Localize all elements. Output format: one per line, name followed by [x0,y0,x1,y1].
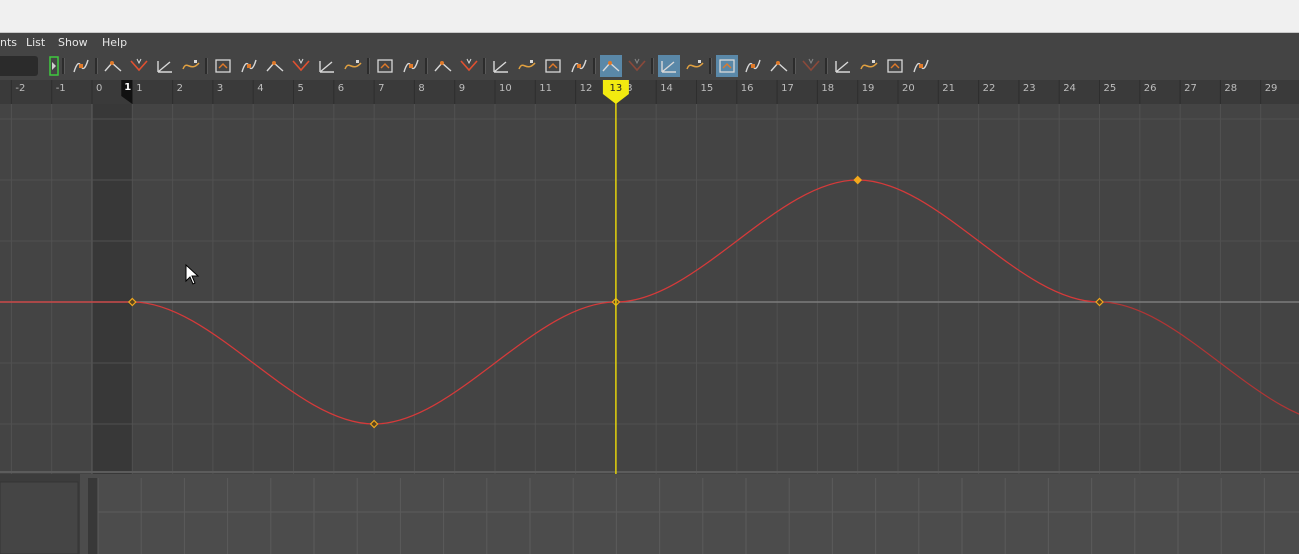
toolbar-separator [95,58,98,74]
ruler-frame-label: 28 [1224,83,1237,94]
ruler-frame-label: 11 [539,83,552,94]
weighted-tangents-icon[interactable] [542,55,564,77]
break-tangents-icon[interactable] [432,55,454,77]
ruler-frame-label: 2 [177,83,183,94]
normalized-view-icon[interactable] [768,55,790,77]
pre-infinity-icon[interactable] [800,55,822,77]
ruler-frame-label: -1 [56,83,66,94]
curve-snap-icon[interactable] [684,55,706,77]
toolbar-separator [593,58,596,74]
ruler-frame-label: 4 [257,83,263,94]
toolbar-separator [425,58,428,74]
ruler-frame-label: 12 [580,83,593,94]
camera-view-icon[interactable] [600,55,622,77]
tangent-c-icon[interactable] [180,55,202,77]
toolbar-separator [709,58,712,74]
step-tangent-icon[interactable] [316,55,338,77]
toolbar-separator [62,58,65,74]
spline-tangent-icon[interactable] [212,55,234,77]
out-tangent-icon[interactable] [400,55,422,77]
plateau-tangent-icon[interactable] [342,55,364,77]
graph-editor-toolbar [0,52,1299,80]
stacked-view-icon[interactable] [742,55,764,77]
toolbar-separator [825,58,828,74]
linear-tangent-icon[interactable] [264,55,286,77]
time-ruler: -2-1012345678910111213141516171819202122… [0,80,1299,104]
frame-field[interactable] [0,56,38,76]
toolbar-separator [483,58,486,74]
ruler-frame-label: 6 [338,83,344,94]
ruler-frame-label: 20 [902,83,915,94]
absolute-view-icon[interactable] [716,55,738,77]
ruler-frame-label: 27 [1184,83,1197,94]
tangent-out-icon[interactable] [128,55,150,77]
ruler-frame-label: 7 [378,83,384,94]
range-start-label: 1 [124,82,131,93]
ruler-frame-label: 24 [1063,83,1076,94]
ruler-frame-label: 17 [781,83,794,94]
linear-infinity-icon[interactable] [910,55,932,77]
ruler-frame-label: 10 [499,83,512,94]
graph-background [0,80,1299,474]
oscillate-icon[interactable] [884,55,906,77]
key-toggle-icon[interactable] [48,55,70,77]
in-tangent-icon[interactable] [374,55,396,77]
free-tangent-weight-icon[interactable] [490,55,512,77]
ruler-frame-label: 29 [1265,83,1278,94]
ruler-frame-label: 3 [217,83,223,94]
toolbar-separator [367,58,370,74]
panel-splitter[interactable] [88,478,98,554]
key-tangent-icon[interactable] [70,55,92,77]
toolbar-separator [651,58,654,74]
cycle-offset-icon[interactable] [858,55,880,77]
ruler-frame-label: 14 [660,83,673,94]
graph-view[interactable]: -2-1012345678910111213141516171819202122… [0,80,1299,474]
cycle-icon[interactable] [832,55,854,77]
buffer-curve-icon[interactable] [568,55,590,77]
menu-keys[interactable]: nts [0,36,17,49]
lock-tangent-weight-icon[interactable] [516,55,538,77]
ruler-frame-label: 25 [1104,83,1117,94]
ruler-frame-label: -2 [15,83,25,94]
ruler-frame-label: 26 [1144,83,1157,94]
menu-show[interactable]: Show [58,36,88,49]
ruler-frame-label: 18 [821,83,834,94]
current-frame-label: 13 [610,83,623,94]
ruler-frame-label: 0 [96,83,102,94]
ruler-frame-label: 19 [862,83,875,94]
magnet-snap-icon[interactable] [658,55,680,77]
tangent-mid-icon[interactable] [154,55,176,77]
toolbar-separator [793,58,796,74]
unify-tangents-icon[interactable] [458,55,480,77]
clamped-tangent-icon[interactable] [238,55,260,77]
ruler-frame-label: 23 [1023,83,1036,94]
menu-list[interactable]: List [26,36,45,49]
ruler-frame-label: 21 [942,83,955,94]
menu-help[interactable]: Help [102,36,127,49]
tangent-in-icon[interactable] [102,55,124,77]
ruler-frame-label: 22 [983,83,996,94]
ruler-frame-label: 8 [418,83,424,94]
channel-box [0,481,79,554]
toolbar-separator [205,58,208,74]
ruler-frame-label: 1 [136,83,142,94]
flat-tangent-icon[interactable] [290,55,312,77]
menu-bar: nts List Show Help [0,33,1299,52]
pre-range-shade [92,80,133,474]
ruler-frame-label: 9 [459,83,465,94]
ruler-frame-label: 16 [741,83,754,94]
ruler-frame-label: 15 [701,83,714,94]
window-titlebar [0,0,1299,33]
dope-sheet-panel [0,474,1299,554]
ruler-frame-label: 5 [298,83,304,94]
swap-buffer-icon[interactable] [626,55,648,77]
